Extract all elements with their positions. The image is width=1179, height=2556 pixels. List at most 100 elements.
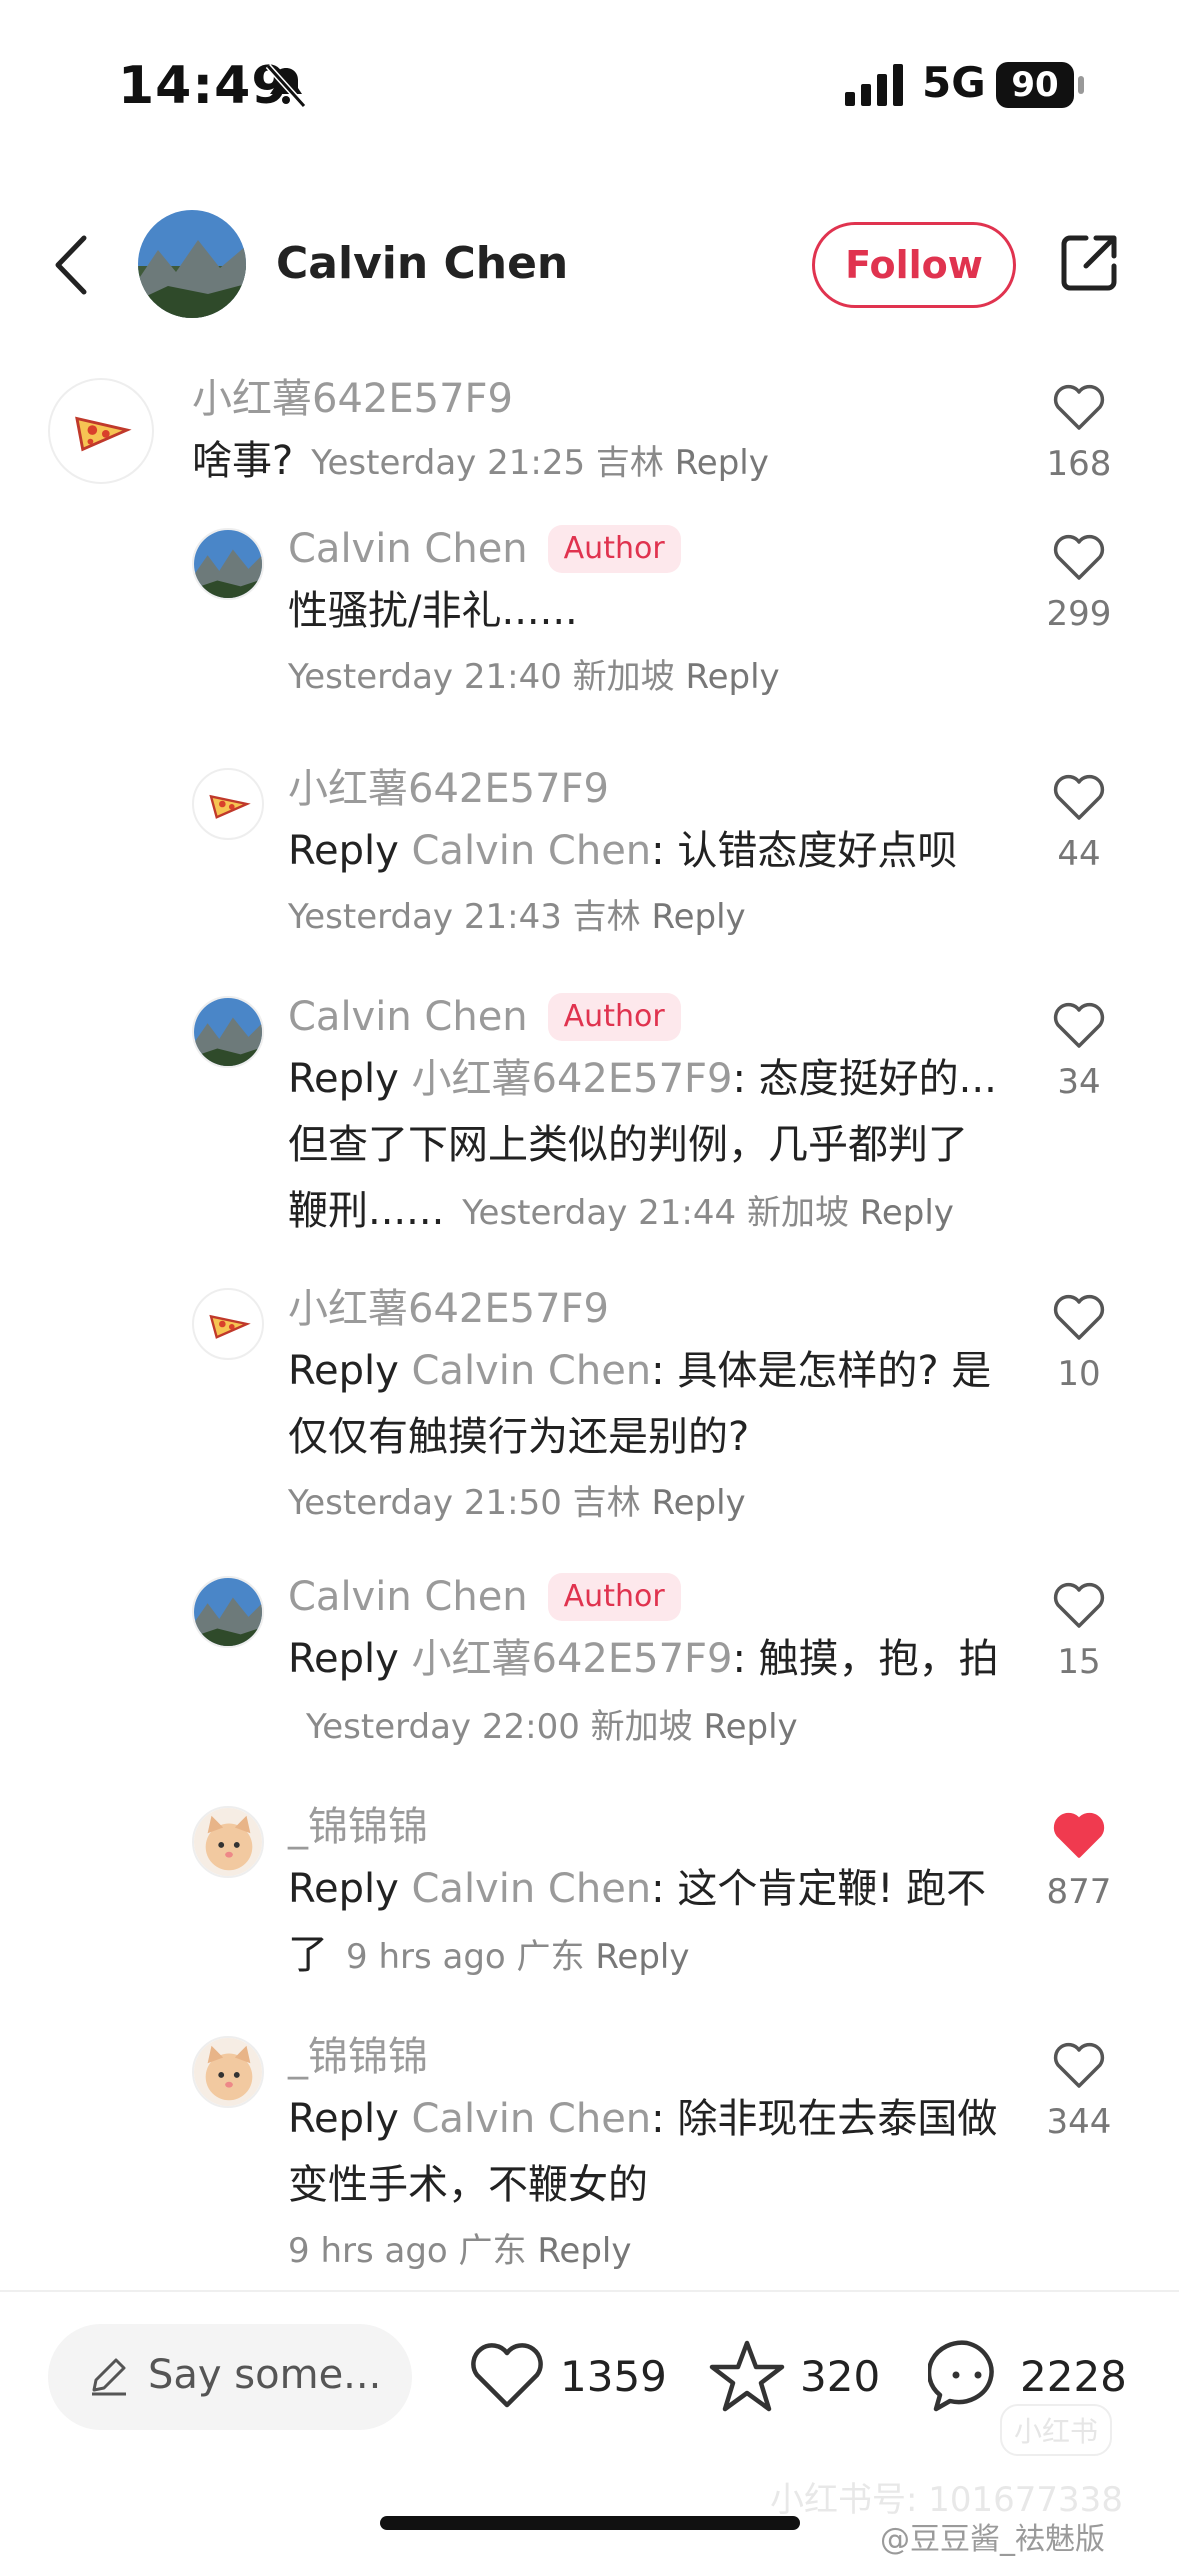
comment-content: : 认错态度好点呗 xyxy=(651,828,958,874)
pizza-avatar[interactable] xyxy=(48,378,154,484)
star-icon[interactable] xyxy=(708,2337,786,2415)
heart-outline-icon[interactable] xyxy=(1052,382,1106,432)
bottom-action-bar: Say some... 1359 320 2228 小红书 小红书号: 1016… xyxy=(0,2290,1179,2556)
comment-text: Reply Calvin Chen: 这个肯定鞭! 跑不了 9 hrs ago 广… xyxy=(288,1856,999,1990)
author-name[interactable]: Calvin Chen xyxy=(276,238,568,289)
heart-outline-icon[interactable] xyxy=(1052,1292,1106,1342)
pizza-avatar[interactable] xyxy=(192,1288,264,1360)
comment-bubble-icon[interactable] xyxy=(928,2337,1006,2415)
like-count: 168 xyxy=(1046,444,1112,484)
watermark-weibo: @豆豆酱_袪魅版 xyxy=(880,2522,1105,2556)
comment-text: 性骚扰/非礼...... xyxy=(288,588,578,634)
bell-muted-icon xyxy=(265,63,307,109)
comment-item: _锦锦锦 Reply Calvin Chen: 这个肯定鞭! 跑不了 9 hrs … xyxy=(0,1798,1179,1998)
comment-username[interactable]: Calvin Chen Author xyxy=(288,988,999,1046)
signal-icon xyxy=(845,64,903,106)
comment-username[interactable]: 小红薯642E57F9 xyxy=(288,760,999,818)
username-text[interactable]: 小红薯642E57F9 xyxy=(288,1280,609,1338)
username-text[interactable]: 小红薯642E57F9 xyxy=(192,370,513,428)
post-header: Calvin Chen Follow xyxy=(0,200,1179,330)
comment-username[interactable]: 小红薯642E57F9 xyxy=(288,1280,999,1338)
like-count: 344 xyxy=(1046,2102,1112,2142)
reply-target[interactable]: 小红薯642E57F9 xyxy=(412,1056,733,1102)
comment-item: Calvin Chen Author Reply 小红薯642E57F9: 态度挺… xyxy=(0,988,1179,1234)
like-button[interactable]: 15 xyxy=(1029,1580,1129,1682)
username-text[interactable]: Calvin Chen xyxy=(288,520,528,578)
like-button[interactable]: 168 xyxy=(1029,382,1129,484)
reply-button[interactable]: Reply xyxy=(703,1707,797,1747)
reply-target[interactable]: Calvin Chen xyxy=(412,2096,652,2142)
network-type: 5G xyxy=(922,58,986,107)
heart-outline-icon[interactable] xyxy=(1052,1580,1106,1630)
like-button[interactable]: 44 xyxy=(1029,772,1129,874)
post-like-button[interactable]: 1359 xyxy=(468,2336,667,2416)
reply-prefix: Reply xyxy=(288,1636,399,1682)
collect-count: 320 xyxy=(800,2351,881,2401)
like-count: 299 xyxy=(1046,594,1112,634)
comment-item: Calvin Chen Author Reply 小红薯642E57F9: 触摸，… xyxy=(0,1568,1179,1768)
comment-time: Yesterday 21:40 新加坡 xyxy=(288,657,675,697)
reply-button[interactable]: Reply xyxy=(651,897,745,937)
heart-outline-icon[interactable] xyxy=(1052,532,1106,582)
reply-button[interactable]: Reply xyxy=(537,2231,631,2271)
reply-target[interactable]: Calvin Chen xyxy=(412,1348,652,1394)
cat-avatar[interactable] xyxy=(192,1806,264,1878)
heart-outline-icon[interactable] xyxy=(1052,2040,1106,2090)
comment-username[interactable]: _锦锦锦 xyxy=(288,1798,999,1856)
reply-target[interactable]: 小红薯642E57F9 xyxy=(412,1636,733,1682)
comment-text: Reply 小红薯642E57F9: 触摸，抱，拍 Yesterday 22:00… xyxy=(288,1626,999,1760)
comment-time: Yesterday 21:43 吉林 xyxy=(288,897,641,937)
comment-content: 啥事? xyxy=(192,438,294,484)
heart-filled-icon[interactable] xyxy=(1052,1810,1106,1860)
comment-input[interactable]: Say some... xyxy=(48,2324,412,2430)
battery-indicator: 90 xyxy=(996,62,1074,108)
comment-item: 小红薯642E57F9 Reply Calvin Chen: 认错态度好点呗 Y… xyxy=(0,760,1179,937)
like-count: 10 xyxy=(1057,1354,1101,1394)
username-text[interactable]: 小红薯642E57F9 xyxy=(288,760,609,818)
comment-time: Yesterday 22:00 新加坡 xyxy=(306,1707,693,1747)
reply-target[interactable]: Calvin Chen xyxy=(412,1866,652,1912)
home-indicator[interactable] xyxy=(380,2516,800,2530)
author-avatar[interactable] xyxy=(192,1576,264,1648)
like-button[interactable]: 10 xyxy=(1029,1292,1129,1394)
share-icon[interactable] xyxy=(1056,230,1122,296)
username-text[interactable]: Calvin Chen xyxy=(288,988,528,1046)
comment-list[interactable]: 小红薯642E57F9 啥事? Yesterday 21:25 吉林 Reply … xyxy=(0,360,1179,2290)
like-button[interactable]: 877 xyxy=(1029,1810,1129,1912)
reply-target[interactable]: Calvin Chen xyxy=(412,828,652,874)
comment-body: 小红薯642E57F9 Reply Calvin Chen: 具体是怎样的? 是… xyxy=(288,1280,999,1536)
heart-outline-icon[interactable] xyxy=(1052,1000,1106,1050)
reply-button[interactable]: Reply xyxy=(685,657,779,697)
author-avatar[interactable] xyxy=(138,210,246,318)
reply-button[interactable]: Reply xyxy=(595,1937,689,1977)
reply-button[interactable]: Reply xyxy=(675,443,769,483)
reply-prefix: Reply xyxy=(288,1348,399,1394)
comment-body: _锦锦锦 Reply Calvin Chen: 这个肯定鞭! 跑不了 9 hrs … xyxy=(288,1798,999,1990)
pizza-avatar[interactable] xyxy=(192,768,264,840)
author-avatar[interactable] xyxy=(192,528,264,600)
comment-input-placeholder[interactable]: Say some... xyxy=(148,2352,381,2398)
comment-username[interactable]: Calvin Chen Author xyxy=(288,1568,999,1626)
username-text[interactable]: _锦锦锦 xyxy=(288,2028,428,2086)
reply-button[interactable]: Reply xyxy=(860,1193,954,1233)
pencil-icon xyxy=(92,2358,126,2396)
author-avatar[interactable] xyxy=(192,996,264,1068)
comment-count: 2228 xyxy=(1020,2351,1127,2401)
comment-username[interactable]: 小红薯642E57F9 xyxy=(192,370,999,428)
heart-outline-icon[interactable] xyxy=(1052,772,1106,822)
like-button[interactable]: 299 xyxy=(1029,532,1129,634)
username-text[interactable]: _锦锦锦 xyxy=(288,1798,428,1856)
comment-username[interactable]: _锦锦锦 xyxy=(288,2028,999,2086)
reply-prefix: Reply xyxy=(288,1866,399,1912)
cat-avatar[interactable] xyxy=(192,2036,264,2108)
like-button[interactable]: 34 xyxy=(1029,1000,1129,1102)
username-text[interactable]: Calvin Chen xyxy=(288,1568,528,1626)
follow-button[interactable]: Follow xyxy=(812,222,1016,308)
collect-button[interactable]: 320 xyxy=(708,2336,880,2416)
reply-button[interactable]: Reply xyxy=(651,1483,745,1523)
comment-username[interactable]: Calvin Chen Author xyxy=(288,520,999,578)
like-button[interactable]: 344 xyxy=(1029,2040,1129,2142)
back-arrow-icon[interactable] xyxy=(48,232,98,298)
comment-time: 9 hrs ago 广东 xyxy=(346,1937,585,1977)
heart-outline-icon[interactable] xyxy=(468,2337,546,2415)
